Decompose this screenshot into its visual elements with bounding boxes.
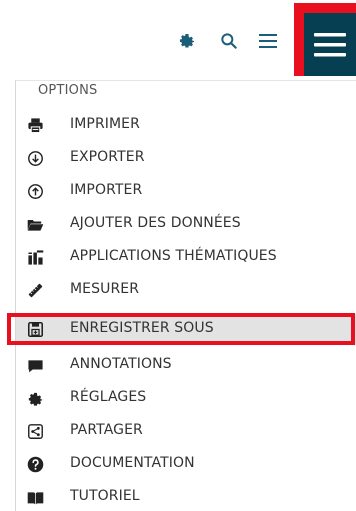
menu-item-label: MESURER <box>70 281 140 297</box>
menu-item-label: APPLICATIONS THÉMATIQUES <box>70 248 277 264</box>
menu-item-label: RÉGLAGES <box>70 389 147 405</box>
download-circle-icon <box>27 150 44 167</box>
ruler-icon <box>27 282 44 299</box>
menu-item-reglages[interactable]: RÉGLAGES <box>16 382 356 415</box>
menu-item-annotations[interactable]: ANNOTATIONS <box>16 349 356 382</box>
menu-item-label: AJOUTER DES DONNÉES <box>70 215 241 231</box>
menu-item-applications-thematiques[interactable]: APPLICATIONS THÉMATIQUES <box>16 241 356 274</box>
menu-item-label: ANNOTATIONS <box>70 356 172 372</box>
menu-item-documentation[interactable]: DOCUMENTATION <box>16 448 356 481</box>
comment-icon <box>27 357 44 374</box>
menu-item-mesurer[interactable]: MESURER <box>16 274 356 307</box>
thematic-apps-icon <box>27 249 44 266</box>
menu-item-label: ENREGISTRER SOUS <box>70 320 214 336</box>
question-circle-icon <box>27 456 44 473</box>
share-icon <box>27 423 44 440</box>
menu-icon[interactable] <box>259 33 277 49</box>
gear-icon <box>27 390 44 407</box>
upload-circle-icon <box>27 183 44 200</box>
menu-button[interactable] <box>304 13 356 76</box>
save-icon <box>27 321 44 338</box>
menu-item-label: IMPORTER <box>70 182 143 198</box>
printer-icon <box>27 117 44 134</box>
page: OPTIONS IMPRIMER EXPORTER IMPORTER AJOUT… <box>0 0 356 511</box>
menu-item-ajouter-des-donnees[interactable]: AJOUTER DES DONNÉES <box>16 208 356 241</box>
menu-item-label: IMPRIMER <box>70 116 140 132</box>
book-icon <box>27 489 44 506</box>
menu-item-partager[interactable]: PARTAGER <box>16 415 356 448</box>
menu-item-enregistrer-sous[interactable]: ENREGISTRER SOUS <box>16 314 356 345</box>
menu-item-label: EXPORTER <box>70 149 145 165</box>
search-icon[interactable] <box>219 31 239 51</box>
menu-icon <box>314 32 346 56</box>
menu-item-label: TUTORIEL <box>70 488 140 504</box>
menu-item-imprimer[interactable]: IMPRIMER <box>16 109 356 142</box>
menu-item-label: PARTAGER <box>70 422 143 438</box>
menu-item-importer[interactable]: IMPORTER <box>16 175 356 208</box>
options-menu: OPTIONS IMPRIMER EXPORTER IMPORTER AJOUT… <box>15 80 356 511</box>
toolbar <box>0 0 356 80</box>
folder-open-icon <box>27 216 44 233</box>
menu-item-exporter[interactable]: EXPORTER <box>16 142 356 175</box>
menu-header: OPTIONS <box>38 83 98 98</box>
menu-item-label: DOCUMENTATION <box>70 455 195 471</box>
menu-item-tutoriel[interactable]: TUTORIEL <box>16 481 356 511</box>
menu-button-highlight <box>294 3 356 76</box>
gear-icon[interactable] <box>178 31 196 49</box>
